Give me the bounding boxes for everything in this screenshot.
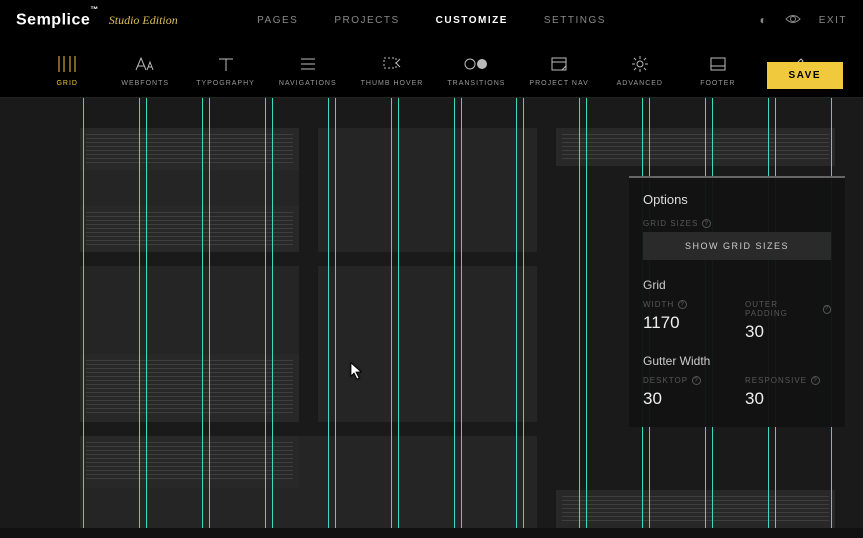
tool-label: WEBFONTS (121, 80, 169, 87)
transitions-icon (464, 54, 488, 74)
save-button[interactable]: SAVE (767, 62, 844, 89)
tool-label: GRID (56, 80, 78, 87)
tool-advanced[interactable]: ADVANCED (613, 54, 667, 87)
outer-padding-label: OUTER PADDING? (745, 300, 831, 318)
brand-edition: Studio Edition (109, 13, 178, 28)
brand-name: Semplice™ (16, 11, 99, 29)
width-label: WIDTH? (643, 300, 729, 309)
grid-sizes-label: GRID SIZES? (643, 219, 831, 228)
topbar: Semplice™ Studio Edition PAGES PROJECTS … (0, 0, 863, 40)
show-grid-sizes-button[interactable]: SHOW GRID SIZES (643, 232, 831, 260)
responsive-label: RESPONSIVE? (745, 376, 831, 385)
help-icon[interactable]: ? (692, 376, 701, 385)
tool-webfonts[interactable]: WEBFONTS (118, 54, 172, 87)
help-icon[interactable]: ? (678, 300, 687, 309)
tool-label: THUMB HOVER (361, 80, 424, 87)
webfonts-icon (133, 54, 157, 74)
nav-projects[interactable]: PROJECTS (334, 15, 399, 26)
preview-icon[interactable] (785, 13, 801, 27)
nav-right: ◐ EXIT (760, 13, 847, 27)
tool-thumbhover[interactable]: THUMB HOVER (361, 54, 424, 87)
canvas[interactable]: Options GRID SIZES? SHOW GRID SIZES Grid… (0, 98, 863, 528)
tool-transitions[interactable]: TRANSITIONS (447, 54, 505, 87)
tool-label: NAVIGATIONS (279, 80, 337, 87)
thumbhover-icon (380, 54, 404, 74)
panel-title-options: Options (643, 192, 831, 207)
customize-toolbar: GRID WEBFONTS TYPOGRAPHY NAVIGATIONS THU… (0, 40, 863, 98)
outer-padding-input[interactable] (745, 322, 831, 342)
tool-label: TRANSITIONS (447, 80, 505, 87)
nav-settings[interactable]: SETTINGS (544, 15, 606, 26)
footer-icon (706, 54, 730, 74)
tool-projectnav[interactable]: PROJECT NAV (529, 54, 588, 87)
panel-title-grid: Grid (643, 278, 831, 292)
options-panel: Options GRID SIZES? SHOW GRID SIZES Grid… (629, 176, 845, 427)
tool-navigations[interactable]: NAVIGATIONS (279, 54, 337, 87)
grid-icon (55, 54, 79, 74)
projectnav-icon (547, 54, 571, 74)
desktop-gutter-input[interactable] (643, 389, 729, 409)
cursor-icon (350, 362, 364, 380)
tool-label: PROJECT NAV (529, 80, 588, 87)
help-icon[interactable]: ? (702, 219, 711, 228)
nav-customize[interactable]: CUSTOMIZE (436, 15, 508, 26)
help-icon[interactable]: ? (811, 376, 820, 385)
responsive-gutter-input[interactable] (745, 389, 831, 409)
help-icon[interactable]: ? (823, 305, 832, 314)
width-input[interactable] (643, 313, 729, 333)
tool-label: ADVANCED (617, 80, 663, 87)
nav-pages[interactable]: PAGES (257, 15, 298, 26)
tool-typography[interactable]: TYPOGRAPHY (196, 54, 255, 87)
main-nav: PAGES PROJECTS CUSTOMIZE SETTINGS (257, 15, 606, 26)
tool-grid[interactable]: GRID (40, 54, 94, 87)
typography-icon (214, 54, 238, 74)
navigations-icon (296, 54, 320, 74)
tool-footer[interactable]: FOOTER (691, 54, 745, 87)
tool-label: FOOTER (700, 80, 735, 87)
tool-label: TYPOGRAPHY (196, 80, 255, 87)
panel-title-gutter: Gutter Width (643, 354, 831, 368)
brand: Semplice™ Studio Edition (16, 11, 178, 29)
theme-icon[interactable]: ◐ (760, 13, 767, 27)
desktop-label: DESKTOP? (643, 376, 729, 385)
exit-button[interactable]: EXIT (819, 15, 847, 26)
advanced-icon (628, 54, 652, 74)
